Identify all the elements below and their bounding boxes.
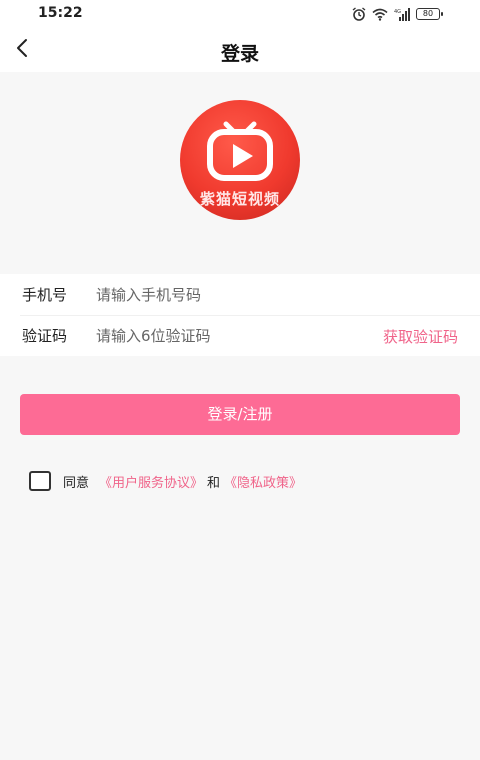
phone-input[interactable] <box>96 284 346 306</box>
login-form: 手机号 验证码 获取验证码 <box>0 274 480 356</box>
logo-text: 紫猫短视频 <box>199 190 280 208</box>
code-input[interactable] <box>96 325 346 347</box>
get-code-button[interactable]: 获取验证码 <box>383 326 458 347</box>
agree-checkbox[interactable] <box>29 471 51 491</box>
agreement: 同意 《用户服务协议》 和 《隐私政策》 <box>29 470 302 492</box>
phone-row: 手机号 <box>0 274 480 315</box>
tv-play-icon <box>204 116 276 188</box>
terms-link[interactable]: 《用户服务协议》 <box>99 472 203 491</box>
phone-label: 手机号 <box>22 286 68 304</box>
logo-circle: 紫猫短视频 <box>180 100 300 220</box>
and-text: 和 <box>207 475 221 491</box>
app-logo: 紫猫短视频 <box>180 100 300 220</box>
battery-icon: 80 <box>416 8 443 20</box>
code-label: 验证码 <box>22 327 68 345</box>
login-register-button[interactable]: 登录/注册 <box>20 394 460 435</box>
nav-bar: 登录 <box>0 28 480 72</box>
privacy-link[interactable]: 《隐私政策》 <box>224 472 302 491</box>
signal-icon: 4G <box>394 7 410 21</box>
status-bar: 15:22 4G 80 <box>0 0 480 28</box>
page-title: 登录 <box>220 43 259 65</box>
svg-text:4G: 4G <box>394 9 401 15</box>
status-icons: 4G 80 <box>352 6 443 22</box>
alarm-icon <box>352 7 366 21</box>
code-row: 验证码 获取验证码 <box>0 315 480 356</box>
status-time: 15:22 <box>38 5 83 21</box>
wifi-icon <box>372 8 388 21</box>
agree-text: 同意 <box>63 475 90 491</box>
